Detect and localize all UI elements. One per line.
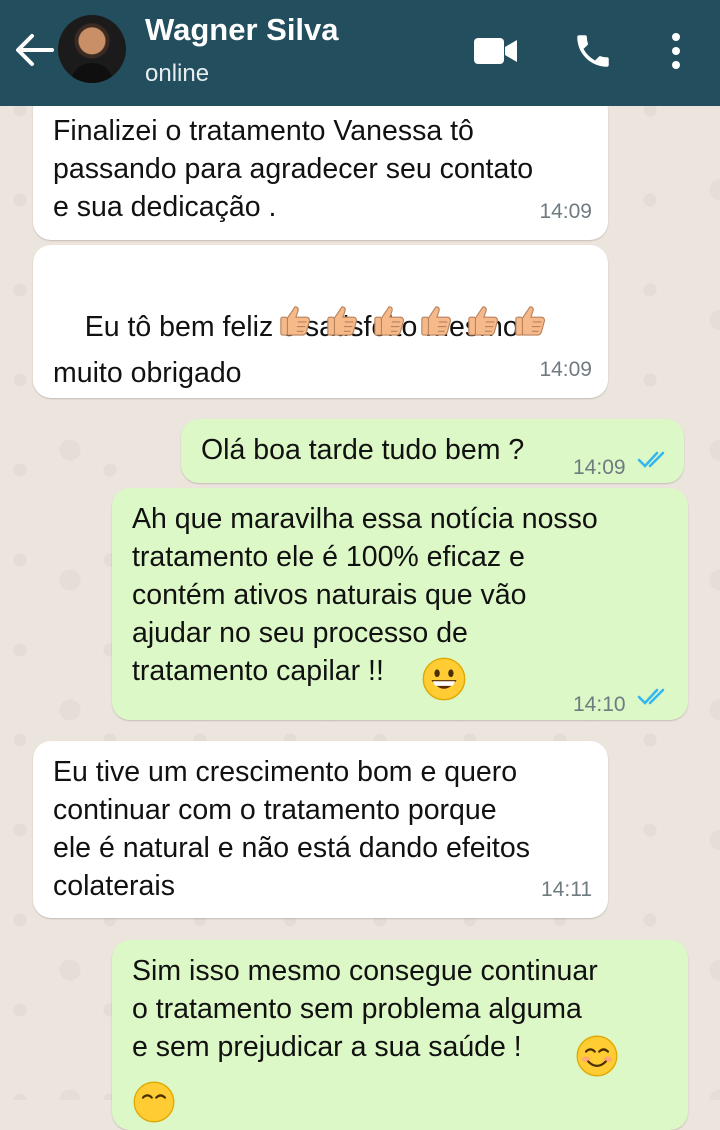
message-time: 14:09	[539, 200, 592, 223]
video-call-button[interactable]	[472, 34, 520, 68]
contact-avatar[interactable]	[58, 15, 126, 83]
read-receipt-icon	[637, 688, 665, 705]
message-text: Ah que maravilha essa notícia nosso trat…	[132, 503, 598, 687]
message-time: 14:10	[573, 693, 626, 716]
thumbs-up-icon	[280, 306, 311, 336]
message-time: 14:09	[573, 456, 626, 479]
message-bubble-outgoing[interactable]: Sim isso mesmo consegue continuar o trat…	[112, 940, 688, 1130]
more-options-icon	[672, 33, 680, 69]
grinning-face-icon	[422, 657, 466, 701]
thumbs-up-icon	[514, 306, 545, 336]
message-text: Sim isso mesmo consegue continuar o trat…	[132, 955, 598, 1063]
thumbs-up-icon	[327, 306, 358, 336]
more-options-button[interactable]	[664, 30, 688, 72]
contact-status: online	[145, 60, 210, 87]
message-text: Eu tive um crescimento bom e quero conti…	[53, 756, 530, 902]
message-text: Finalizei o tratamento Vanessa tô passan…	[53, 115, 534, 223]
message-bubble-incoming[interactable]: Eu tô bem feliz e satisfeito mesmo muito…	[33, 245, 608, 398]
message-bubble-outgoing[interactable]: Olá boa tarde tudo bem ? 14:09	[181, 419, 684, 483]
message-time: 14:11	[541, 878, 592, 901]
phone-icon	[577, 35, 609, 67]
emoji-row	[278, 303, 552, 341]
message-text: Olá boa tarde tudo bem ?	[201, 434, 525, 466]
message-bubble-incoming[interactable]: Eu tive um crescimento bom e quero conti…	[33, 741, 608, 918]
message-bubble-outgoing[interactable]: Ah que maravilha essa notícia nosso trat…	[112, 488, 688, 720]
read-receipt-icon	[637, 451, 665, 468]
smiling-face-icon	[133, 1081, 175, 1123]
smiling-face-icon	[576, 1035, 618, 1077]
voice-call-button[interactable]	[572, 30, 614, 72]
contact-name[interactable]: Wagner Silva	[145, 12, 339, 48]
message-time: 14:09	[539, 358, 592, 381]
thumbs-up-icon	[374, 306, 404, 336]
thumbs-up-icon	[421, 306, 451, 336]
back-arrow-icon	[16, 34, 54, 66]
chat-header: Wagner Silva online	[0, 0, 720, 106]
video-call-icon	[474, 38, 517, 64]
thumbs-up-icon	[467, 306, 498, 336]
back-button[interactable]	[12, 30, 56, 70]
message-text: Eu tô bem feliz e satisfeito mesmo muito…	[53, 258, 519, 442]
message-bubble-incoming[interactable]: Finalizei o tratamento Vanessa tô passan…	[33, 92, 608, 240]
